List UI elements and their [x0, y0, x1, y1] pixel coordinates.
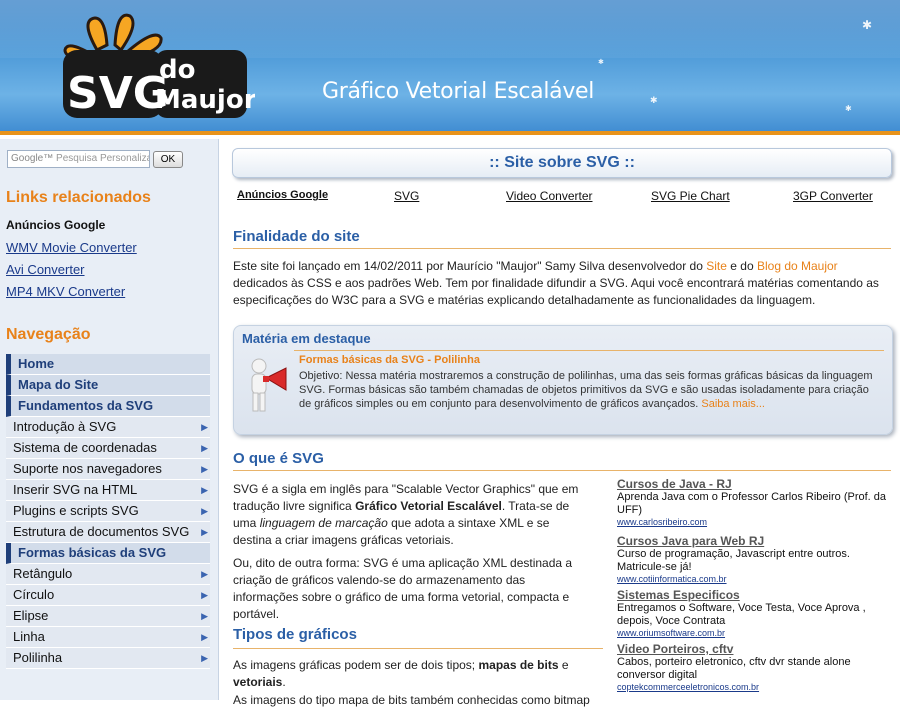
sidebar: Google™ Pesquisa Personalizada OK Links … [0, 139, 219, 700]
star-icon: ✱ [650, 95, 658, 105]
ad-description: Entregamos o Software, Voce Testa, Voce … [617, 602, 866, 627]
nav-item-ellipse[interactable]: Elipse ▶ [6, 606, 210, 627]
nav-item-plugins[interactable]: Plugins e scripts SVG ▶ [6, 501, 210, 522]
arrow-right-icon: ▶ [201, 590, 208, 600]
related-link[interactable]: WMV Movie Converter [6, 240, 137, 255]
arrow-right-icon: ▶ [201, 611, 208, 621]
featured-article-box: Matéria em destaque Formas básicas da SV… [233, 325, 893, 435]
arrow-right-icon: ▶ [201, 422, 208, 432]
arrow-right-icon: ▶ [201, 632, 208, 642]
links-heading: Links relacionados [6, 189, 151, 206]
arrow-right-icon: ▶ [201, 527, 208, 537]
search-ok-button[interactable]: OK [153, 151, 183, 168]
featured-article-text: Objetivo: Nessa matéria mostraremos a co… [299, 370, 873, 410]
ad-description: Curso de programação, Javascript entre o… [617, 548, 850, 573]
arrow-right-icon: ▶ [201, 506, 208, 516]
nav-item-browser-support[interactable]: Suporte nos navegadores ▶ [6, 459, 210, 480]
nav-item-home[interactable]: Home [6, 354, 210, 375]
ad-url[interactable]: www.carlosribeiro.com [617, 517, 892, 527]
nav-item-document-structure[interactable]: Estrutura de documentos SVG ▶ [6, 522, 210, 543]
search-input[interactable]: Google™ Pesquisa Personalizada [7, 150, 150, 168]
ad-title[interactable]: Cursos de Java - RJ [617, 477, 892, 491]
nav-item-rectangle[interactable]: Retângulo ▶ [6, 564, 210, 585]
svg-text:SVG: SVG [67, 68, 169, 119]
ad-url[interactable]: www.oriumsoftware.com.br [617, 628, 892, 638]
related-link[interactable]: Avi Converter [6, 262, 85, 277]
nav-item-line[interactable]: Linha ▶ [6, 627, 210, 648]
google-ads-label[interactable]: Anúncios Google [237, 189, 328, 201]
ad-block[interactable]: Cursos Java para Web RJ Curso de program… [617, 534, 892, 584]
svg-text:Maujor: Maujor [155, 85, 255, 115]
graphic-types-paragraph: As imagens gráficas podem ser de dois ti… [233, 658, 569, 689]
nav-item-coordinates[interactable]: Sistema de coordenadas ▶ [6, 438, 210, 459]
ad-block[interactable]: Video Porteiros, cftv Cabos, porteiro el… [617, 642, 892, 692]
nav-item-site-map[interactable]: Mapa do Site [6, 375, 210, 396]
what-is-svg-paragraph: SVG é a sigla em inglês para "Scalable V… [233, 482, 579, 547]
arrow-right-icon: ▶ [201, 569, 208, 579]
page-title: :: Site sobre SVG :: [232, 148, 892, 178]
blog-link[interactable]: Blog do Maujor [757, 259, 838, 273]
star-icon: ✱ [862, 18, 873, 32]
arrow-right-icon: ▶ [201, 653, 208, 663]
megaphone-figure-icon [251, 358, 287, 412]
ad-block[interactable]: Cursos de Java - RJ Aprenda Java com o P… [617, 477, 892, 527]
site-tagline: Gráfico Vetorial Escalável [322, 79, 595, 104]
nav-item-introduction[interactable]: Introdução à SVG ▶ [6, 417, 210, 438]
star-icon: ✱ [598, 59, 604, 66]
what-is-svg-paragraph-2: Ou, dito de outra forma: SVG é uma aplic… [233, 556, 573, 621]
purpose-paragraph: Este site foi lançado em 14/02/2011 por … [233, 259, 879, 307]
google-ads-label[interactable]: Anúncios Google [6, 218, 105, 232]
section-heading-what-is-svg: O que é SVG [233, 450, 891, 471]
section-heading-graphic-types: Tipos de gráficos [233, 626, 357, 643]
site-link[interactable]: Site [706, 259, 727, 273]
nav-section-fundamentals[interactable]: Fundamentos da SVG [6, 396, 210, 417]
section-heading-purpose: Finalidade do site [233, 228, 891, 249]
main-content: :: Site sobre SVG :: Anúncios Google SVG… [232, 139, 900, 707]
ad-link-video-converter[interactable]: Video Converter [506, 189, 593, 203]
star-icon: ✱ [845, 104, 852, 113]
ad-title[interactable]: Sistemas Especificos [617, 588, 892, 602]
site-logo[interactable]: SVG do Maujor [55, 10, 255, 125]
ad-block[interactable]: Sistemas Especificos Entregamos o Softwa… [617, 588, 892, 638]
nav-section-basic-shapes[interactable]: Formas básicas da SVG [6, 543, 210, 564]
arrow-right-icon: ▶ [201, 485, 208, 495]
nav-item-circle[interactable]: Círculo ▶ [6, 585, 210, 606]
ad-title[interactable]: Cursos Java para Web RJ [617, 534, 892, 548]
related-link[interactable]: MP4 MKV Converter [6, 284, 125, 299]
svg-text:do: do [159, 55, 195, 85]
graphic-types-paragraph-2: As imagens do tipo mapa de bits também c… [233, 693, 590, 707]
ad-description: Aprenda Java com o Professor Carlos Ribe… [617, 491, 887, 516]
read-more-link[interactable]: Saiba mais... [701, 398, 765, 410]
arrow-right-icon: ▶ [201, 443, 208, 453]
nav-item-insert-svg[interactable]: Inserir SVG na HTML ▶ [6, 480, 210, 501]
ad-link-svg[interactable]: SVG [394, 189, 419, 203]
ad-link-3gp-converter[interactable]: 3GP Converter [793, 189, 873, 203]
header-divider [0, 131, 900, 135]
ad-description: Cabos, porteiro eletronico, cftv dvr sta… [617, 656, 851, 681]
ad-url[interactable]: coptekcommerceeletronicos.com.br [617, 682, 892, 692]
site-header: ✱ ✱ ✱ ✱ SVG do Maujor Gráfico Vetorial E… [0, 0, 900, 135]
nav-heading: Navegação [6, 326, 91, 343]
featured-article-link[interactable]: Formas básicas da SVG - Polilinha [299, 354, 480, 366]
ad-title[interactable]: Video Porteiros, cftv [617, 642, 892, 656]
nav-item-polyline[interactable]: Polilinha ▶ [6, 648, 210, 669]
ad-url[interactable]: www.cotiinformatica.com.br [617, 574, 892, 584]
arrow-right-icon: ▶ [201, 464, 208, 474]
ad-link-svg-pie-chart[interactable]: SVG Pie Chart [651, 189, 730, 203]
featured-heading: Matéria em destaque [242, 331, 371, 346]
